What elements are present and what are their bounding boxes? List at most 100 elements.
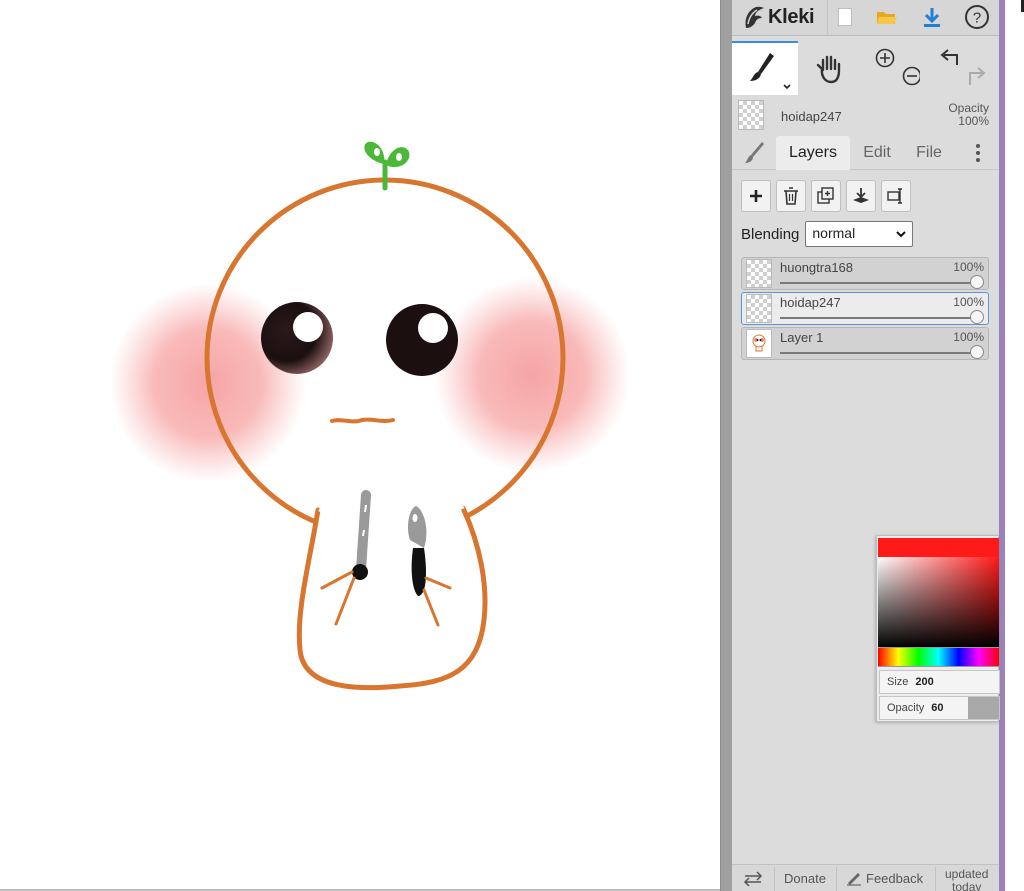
color-picker-popup: Size 200 Opacity 60	[876, 535, 1000, 722]
new-image-icon	[838, 8, 852, 26]
layer-thumbnail	[746, 294, 772, 323]
tool-row	[732, 41, 999, 95]
zoom-out-icon[interactable]	[902, 66, 921, 86]
undo-redo-icons	[940, 49, 986, 85]
opacity-value: 100%	[958, 114, 989, 128]
layer-opacity-track[interactable]	[780, 352, 978, 354]
layer-opacity: 100%	[953, 330, 984, 344]
layer-item-layer-1[interactable]: Layer 1 100%	[741, 327, 989, 360]
layer-thumbnail	[746, 329, 772, 358]
kleki-app: Kleki ? hoidap247 Opacity 100% Layers Ed…	[0, 0, 1024, 891]
layer-opacity: 100%	[953, 260, 984, 274]
redo-icon[interactable]	[969, 67, 986, 85]
layer-1-thumbnail-image	[752, 334, 766, 352]
size-label: Size	[887, 676, 909, 688]
rename-layer-button[interactable]	[881, 180, 911, 212]
add-layer-button[interactable]	[741, 180, 771, 212]
duplicate-layer-button[interactable]	[811, 180, 841, 212]
current-color-swatch[interactable]	[878, 538, 999, 557]
tab-brush[interactable]	[738, 136, 772, 170]
zoom-in-icon[interactable]	[875, 48, 895, 68]
opacity-slider-fill	[968, 697, 999, 719]
download-button[interactable]	[914, 2, 950, 32]
blending-value: normal	[812, 225, 856, 241]
layer-opacity-track[interactable]	[780, 317, 978, 319]
blending-label: Blending	[741, 225, 800, 243]
kleki-logo-icon	[745, 6, 764, 28]
layer-name: hoidap247	[780, 295, 841, 310]
active-layer-opacity: Opacity 100%	[948, 102, 989, 128]
outer-margin	[1005, 0, 1024, 891]
download-icon	[924, 8, 940, 27]
blending-control: Blending normal	[741, 221, 914, 247]
feedback-icon	[847, 872, 861, 886]
feedback-link[interactable]: Feedback	[846, 865, 923, 891]
layer-opacity: 100%	[953, 295, 984, 309]
add-layer-icon	[750, 190, 762, 202]
zoom-buttons	[870, 43, 920, 93]
swap-side-button[interactable]	[742, 865, 768, 891]
tool-panel: Kleki ? hoidap247 Opacity 100% Layers Ed…	[732, 0, 999, 891]
footer-separator	[836, 867, 837, 891]
saturation-value-picker[interactable]	[878, 557, 999, 648]
duplicate-layer-icon	[817, 187, 834, 204]
hand-icon	[816, 55, 841, 84]
help-icon: ?	[965, 5, 989, 29]
kleki-logo[interactable]: Kleki	[742, 2, 815, 32]
layer-item-huongtra168[interactable]: huongtra168 100%	[741, 257, 989, 290]
updated-line-2: today	[952, 880, 982, 891]
drawing-canvas[interactable]	[0, 0, 720, 891]
swap-icon	[743, 870, 763, 887]
size-value: 200	[915, 676, 934, 688]
help-button[interactable]: ?	[959, 2, 995, 32]
active-layer-info: hoidap247 Opacity 100%	[732, 97, 999, 133]
undo-icon[interactable]	[940, 49, 958, 65]
tab-edit[interactable]: Edit	[854, 136, 900, 170]
opacity-value: 60	[931, 702, 944, 714]
layer-name: huongtra168	[780, 260, 854, 275]
new-image-button[interactable]	[827, 2, 863, 32]
more-vertical-icon	[976, 144, 980, 162]
active-layer-name: hoidap247	[781, 109, 842, 124]
blending-select[interactable]: normal	[805, 221, 914, 247]
tab-file[interactable]: File	[906, 136, 952, 170]
merge-down-button[interactable]	[846, 180, 876, 212]
zoom-icons	[875, 48, 921, 86]
layer-opacity-track[interactable]	[780, 282, 978, 284]
delete-layer-button[interactable]	[776, 180, 806, 212]
active-layer-thumbnail	[738, 100, 764, 130]
layer-toolbar	[732, 180, 999, 214]
rename-layer-icon	[887, 188, 902, 204]
feedback-label: Feedback	[866, 871, 924, 886]
merge-down-icon	[853, 188, 869, 203]
undo-redo-buttons	[932, 43, 994, 93]
panel-footer: Donate Feedback updated today	[732, 864, 999, 891]
layer-opacity-slider[interactable]	[970, 345, 984, 359]
panel-divider[interactable]	[720, 0, 732, 891]
hand-tool-button[interactable]	[804, 43, 856, 93]
brush-tool-button[interactable]	[732, 41, 798, 95]
donate-link[interactable]: Donate	[784, 865, 826, 891]
brush-opacity-slider[interactable]: Opacity 60	[879, 696, 1000, 720]
delete-layer-icon	[784, 187, 798, 205]
open-button[interactable]	[869, 2, 905, 32]
open-folder-icon	[877, 12, 897, 24]
top-bar: Kleki ?	[732, 0, 999, 36]
footer-separator	[935, 867, 936, 891]
layer-opacity-slider[interactable]	[970, 275, 984, 289]
layer-opacity-slider[interactable]	[970, 310, 984, 324]
layer-thumbnail	[746, 259, 772, 288]
brush-size-slider[interactable]: Size 200	[879, 670, 1000, 694]
layer-list: huongtra168 100% hoidap247 100% Layer 1 …	[741, 257, 989, 362]
chevron-down-icon	[896, 231, 907, 238]
hue-slider[interactable]	[878, 647, 999, 667]
app-name: Kleki	[768, 5, 815, 28]
updated-status[interactable]: updated today	[945, 868, 988, 891]
canvas-drawing	[110, 141, 630, 691]
brush-icon	[745, 142, 764, 163]
tab-layers[interactable]: Layers	[776, 136, 850, 170]
opacity-label: Opacity	[887, 702, 925, 714]
layer-item-hoidap247[interactable]: hoidap247 100%	[741, 292, 989, 325]
more-menu-button[interactable]	[968, 136, 988, 170]
footer-separator	[774, 867, 775, 891]
